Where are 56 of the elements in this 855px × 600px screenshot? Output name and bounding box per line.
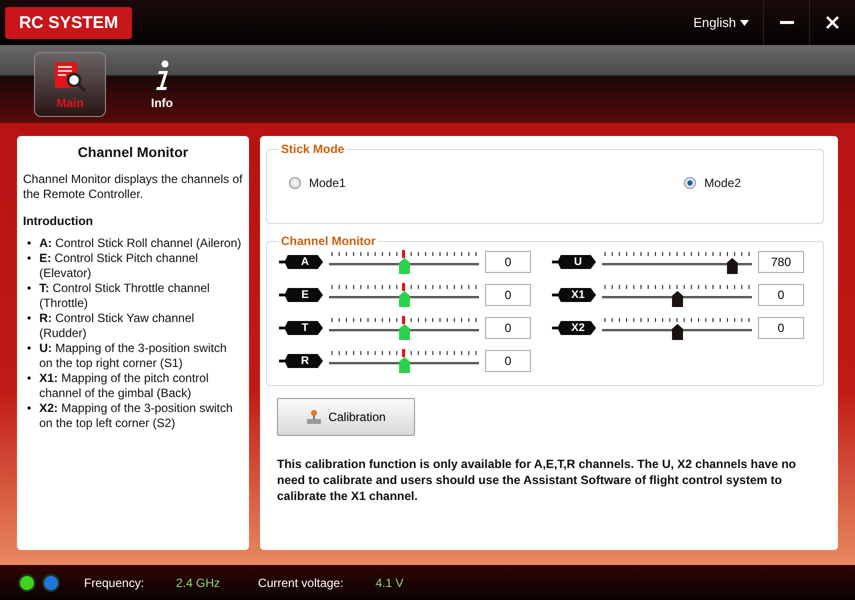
channel-tag: U — [552, 255, 596, 269]
app-logo: RC SYSTEM — [5, 6, 132, 38]
help-description: Channel Monitor displays the channels of the Remote Controller. — [23, 172, 243, 202]
status-value: 2.4 GHz — [176, 576, 220, 590]
close-icon — [826, 16, 839, 29]
mode-radio[interactable]: Mode2 — [684, 176, 741, 190]
bullet: • — [27, 281, 32, 297]
help-heading: Introduction — [23, 214, 94, 228]
bullet: • — [27, 371, 32, 387]
group-title: Stick Mode — [280, 142, 346, 156]
help-list-item: R: Control Stick Yaw channel (Rudder) — [39, 311, 196, 341]
bullet: • — [27, 311, 32, 327]
channel-value: 0 — [485, 251, 531, 273]
mode-radio[interactable]: Mode1 — [289, 176, 346, 190]
channel-value: 0 — [485, 284, 531, 306]
channel-value: 780 — [758, 251, 804, 273]
document-search-icon — [53, 62, 87, 92]
minimize-icon — [780, 21, 794, 24]
bullet: • — [27, 251, 32, 267]
help-title: Channel Monitor — [76, 144, 190, 160]
help-list-item: T: Control Stick Throttle channel (Throttle) — [39, 281, 211, 311]
status-label: Current voltage: — [258, 576, 344, 590]
channel-value: 0 — [485, 317, 531, 339]
toolbar-tab[interactable]: Info — [126, 52, 198, 116]
help-list-item: U: Mapping of the 3-position switch on the top right corner (S1) — [39, 341, 228, 371]
status-value: 4.1 V — [375, 576, 404, 590]
channel-tag: A — [279, 255, 323, 269]
language-dropdown[interactable]: English — [679, 0, 763, 45]
help-list-item: A: Control Stick Roll channel (Aileron) — [39, 236, 242, 251]
slider-thumb[interactable] — [672, 324, 683, 340]
group-title: Channel Monitor — [280, 234, 377, 248]
channel-tag: R — [279, 354, 323, 368]
slider-thumb[interactable] — [672, 291, 683, 307]
slider-thumb[interactable] — [399, 357, 410, 373]
help-list-item: E: Control Stick Pitch channel (Elevator) — [39, 251, 199, 281]
channel-value: 0 — [758, 284, 804, 306]
channel-value: 0 — [485, 350, 531, 372]
slider-thumb[interactable] — [399, 291, 410, 307]
slider-thumb[interactable] — [726, 258, 738, 274]
bullet: • — [27, 401, 32, 417]
help-list-item: X1: Mapping of the pitch control channel of the gimbal (Back) — [39, 371, 210, 401]
slider-thumb[interactable] — [399, 258, 410, 274]
caret-icon — [740, 20, 749, 26]
channel-tag: X1 — [552, 288, 596, 302]
status-label: Frequency: — [84, 576, 144, 590]
bullet: • — [27, 341, 32, 357]
joystick-icon — [306, 409, 322, 425]
channel-tag: T — [279, 321, 323, 335]
calibration-button[interactable]: Calibration — [277, 398, 415, 436]
channel-tag: X2 — [552, 321, 596, 335]
calibration-note: This calibration function is only available for A,E,T,R channels. The U, X2 channels have no need to calibrate and users should use the Assistant Software of flight control system to calibrate the X1 channel. — [277, 456, 798, 504]
slider-thumb[interactable] — [399, 324, 410, 340]
channel-value: 0 — [758, 317, 804, 339]
bullet: • — [27, 236, 32, 251]
help-list-item: X2: Mapping of the 3-position switch on the top left corner (S2) — [39, 401, 234, 431]
channel-tag: E — [279, 288, 323, 302]
